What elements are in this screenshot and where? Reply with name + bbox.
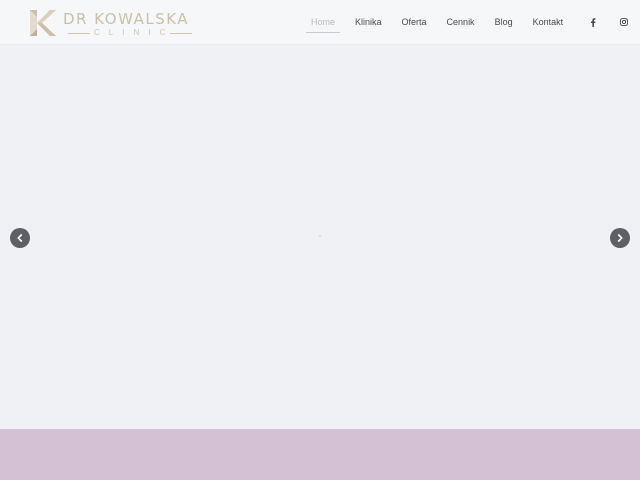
hero-slider <box>0 45 640 429</box>
logo-k-icon <box>30 10 56 36</box>
divider <box>170 33 192 34</box>
main-nav: Home Klinika Oferta Cennik Blog Kontakt <box>304 0 576 44</box>
facebook-glyph <box>591 17 596 27</box>
nav-item-blog[interactable]: Blog <box>488 0 520 44</box>
lavender-band <box>0 429 640 480</box>
nav-item-home[interactable]: Home <box>304 0 342 44</box>
nav-item-kontakt[interactable]: Kontakt <box>526 0 571 44</box>
chevron-right-icon <box>617 234 623 242</box>
slide-loader <box>319 235 321 237</box>
nav-item-oferta[interactable]: Oferta <box>395 0 434 44</box>
facebook-icon[interactable] <box>586 15 600 29</box>
brand-logo[interactable]: DR KOWALSKA CLINIC <box>28 8 198 38</box>
brand-subtitle: CLINIC <box>94 28 175 37</box>
instagram-icon[interactable] <box>617 15 631 29</box>
brand-name: DR KOWALSKA <box>63 10 190 28</box>
divider <box>68 33 90 34</box>
chevron-left-icon <box>17 234 23 242</box>
instagram-glyph <box>620 18 628 26</box>
slider-prev-button[interactable] <box>10 228 30 248</box>
nav-item-klinika[interactable]: Klinika <box>348 0 389 44</box>
site-header: DR KOWALSKA CLINIC Home Klinika Oferta C… <box>0 0 640 45</box>
slider-next-button[interactable] <box>610 228 630 248</box>
nav-item-cennik[interactable]: Cennik <box>440 0 482 44</box>
brand-subtitle-group: CLINIC <box>68 28 192 38</box>
page: DR KOWALSKA CLINIC Home Klinika Oferta C… <box>0 0 640 480</box>
